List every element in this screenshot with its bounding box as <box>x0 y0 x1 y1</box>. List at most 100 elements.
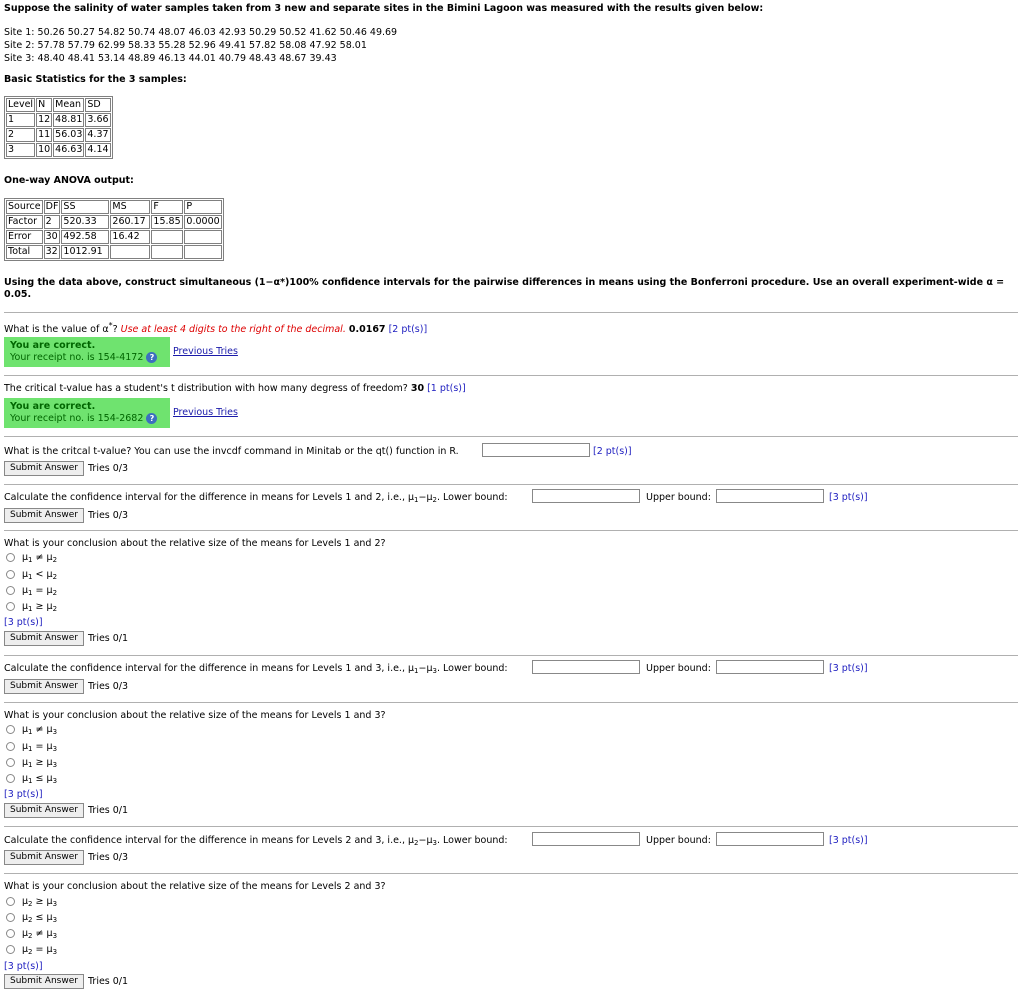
subscript: 1 <box>414 667 419 675</box>
radio-option[interactable] <box>6 570 15 579</box>
problem-page: { "intro": "Suppose the salinity of wate… <box>0 0 1024 995</box>
table-header-cell: DF <box>43 200 61 214</box>
divider <box>4 375 1018 376</box>
lower-bound-input[interactable] <box>532 660 640 674</box>
table-cell: 30 <box>43 230 61 244</box>
table-cell: 520.33 <box>61 215 110 229</box>
table-cell: 260.17 <box>110 215 151 229</box>
radio-option[interactable] <box>6 758 15 767</box>
previous-tries-link[interactable]: Previous Tries <box>173 407 238 418</box>
table-cell: 56.03 <box>53 128 85 142</box>
subscript: 2 <box>52 605 58 613</box>
table-cell: 15.85 <box>151 215 184 229</box>
table-cell: Total <box>6 245 43 259</box>
subscript: 1 <box>414 496 419 504</box>
upper-bound-label: Upper bound: <box>646 663 711 674</box>
correct-feedback: You are correct. Your receipt no. is 154… <box>4 337 170 367</box>
submit-answer-button[interactable]: Submit Answer <box>4 803 84 818</box>
subscript: 3 <box>52 761 58 769</box>
table-cell: 3 <box>6 143 36 157</box>
table-cell <box>151 230 184 244</box>
lower-bound-label: Lower bound: <box>443 835 508 846</box>
critical-t-input[interactable] <box>482 443 590 457</box>
radio-option[interactable] <box>6 945 15 954</box>
basic-stats-heading: Basic Statistics for the 3 samples: <box>4 74 187 85</box>
points-label: [3 pt(s)] <box>4 961 43 972</box>
radio-option[interactable] <box>6 586 15 595</box>
site-data: Site 1: 50.26 50.27 54.82 50.74 48.07 46… <box>4 26 397 65</box>
help-icon[interactable]: ? <box>146 352 158 363</box>
option-label: μ1 ≥ μ3 <box>22 757 58 769</box>
points-label: [1 pt(s)] <box>427 383 466 394</box>
table-header-cell: Mean <box>53 98 85 112</box>
submit-answer-button[interactable]: Submit Answer <box>4 679 84 694</box>
table-cell: 4.37 <box>85 128 111 142</box>
site-1-data: Site 1: 50.26 50.27 54.82 50.74 48.07 46… <box>4 27 398 38</box>
table-cell: 3.66 <box>85 113 111 127</box>
problem-intro: Suppose the salinity of water samples ta… <box>4 3 764 14</box>
relation-symbol: = <box>35 944 44 955</box>
subscript: 1 <box>28 777 33 785</box>
table-cell: 2 <box>43 215 61 229</box>
question-text: Calculate the confidence interval for th… <box>4 663 415 674</box>
correct-text: You are correct. <box>10 340 96 351</box>
points-label: [3 pt(s)] <box>829 835 868 846</box>
radio-option[interactable] <box>6 913 15 922</box>
submit-answer-button[interactable]: Submit Answer <box>4 974 84 989</box>
receipt-text: Your receipt no. is 154-4172 ? <box>10 352 164 364</box>
subscript: 1 <box>28 573 33 581</box>
lower-bound-input[interactable] <box>532 832 640 846</box>
relation-symbol: = <box>35 585 44 596</box>
upper-bound-input[interactable] <box>716 832 824 846</box>
question-conclusion-1-3: What is your conclusion about the relati… <box>4 710 386 721</box>
table-cell: 10 <box>36 143 53 157</box>
subscript: 2 <box>52 556 58 564</box>
points-label: [3 pt(s)] <box>829 492 868 503</box>
option-label: μ1 ≠ μ3 <box>22 724 58 736</box>
radio-option[interactable] <box>6 897 15 906</box>
table-cell: 2 <box>6 128 36 142</box>
option-label: μ1 < μ2 <box>22 569 58 581</box>
radio-option[interactable] <box>6 725 15 734</box>
upper-bound-input[interactable] <box>716 489 824 503</box>
subscript: 1 <box>28 728 33 736</box>
radio-option[interactable] <box>6 602 15 611</box>
upper-bound-input[interactable] <box>716 660 824 674</box>
receipt-number: Your receipt no. is 154-2682 <box>10 413 144 424</box>
table-cell: 11 <box>36 128 53 142</box>
submit-answer-button[interactable]: Submit Answer <box>4 850 84 865</box>
question-text: What is the value of α <box>4 324 109 336</box>
tries-counter: Tries 0/1 <box>88 633 129 644</box>
submit-answer-button[interactable]: Submit Answer <box>4 631 84 646</box>
help-icon[interactable]: ? <box>146 413 158 424</box>
lower-bound-label: Lower bound: <box>443 663 508 674</box>
previous-tries-link[interactable]: Previous Tries <box>173 346 238 357</box>
subscript: 2 <box>28 900 33 908</box>
points-label: [2 pt(s)] <box>388 324 428 336</box>
table-cell: 12 <box>36 113 53 127</box>
upper-bound-label: Upper bound: <box>646 835 711 846</box>
table-header-cell: Source <box>6 200 43 214</box>
subscript: 1 <box>28 745 33 753</box>
radio-option[interactable] <box>6 742 15 751</box>
radio-option[interactable] <box>6 774 15 783</box>
subscript: 1 <box>28 761 33 769</box>
relation-symbol: ≠ <box>35 552 44 563</box>
subscript: 3 <box>52 777 58 785</box>
radio-option[interactable] <box>6 929 15 938</box>
anova-heading: One-way ANOVA output: <box>4 175 134 186</box>
submit-answer-button[interactable]: Submit Answer <box>4 461 84 476</box>
table-cell: 32 <box>43 245 61 259</box>
table-cell: 46.63 <box>53 143 85 157</box>
subscript: 1 <box>28 589 33 597</box>
table-header-cell: Level <box>6 98 36 112</box>
points-label: [3 pt(s)] <box>829 663 868 674</box>
question-alpha-star: What is the value of α*? Use at least 4 … <box>4 321 427 335</box>
lower-bound-input[interactable] <box>532 489 640 503</box>
site-2-data: Site 2: 57.78 57.79 62.99 58.33 55.28 52… <box>4 40 367 51</box>
table-cell: 492.58 <box>61 230 110 244</box>
question-ci-2-3: Calculate the confidence interval for th… <box>4 835 508 847</box>
radio-option[interactable] <box>6 553 15 562</box>
site-3-data: Site 3: 48.40 48.41 53.14 48.89 46.13 44… <box>4 53 337 64</box>
submit-answer-button[interactable]: Submit Answer <box>4 508 84 523</box>
